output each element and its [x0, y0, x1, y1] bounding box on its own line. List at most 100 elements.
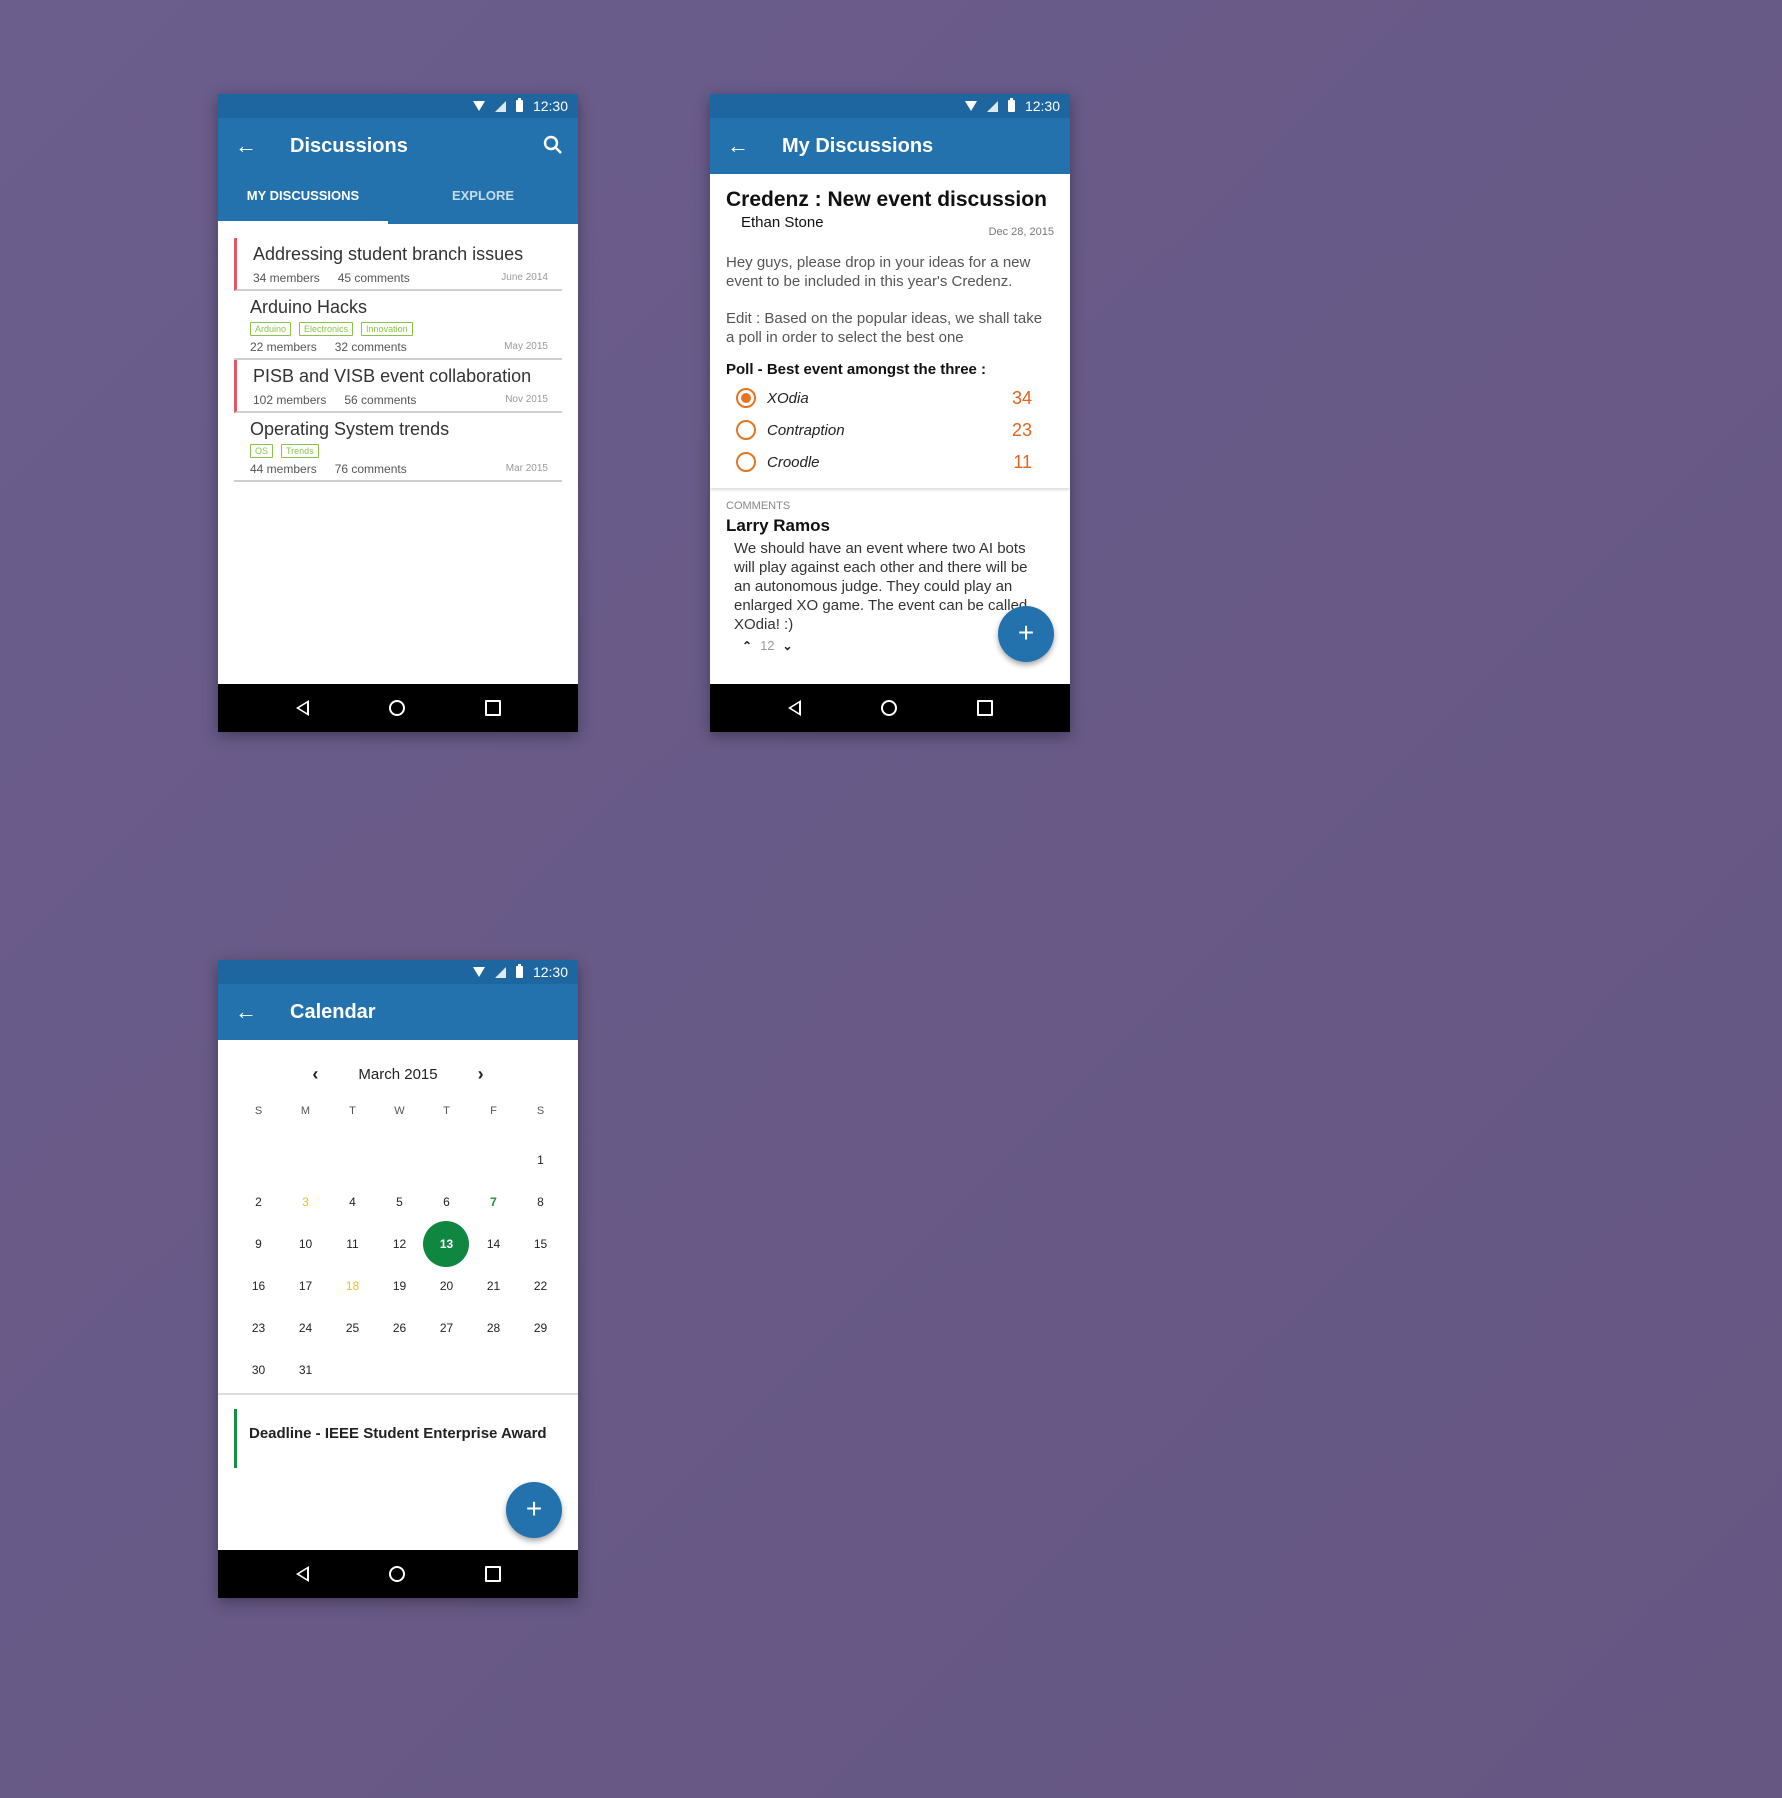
member-count: 44 members	[250, 462, 317, 476]
event-item[interactable]: Deadline - IEEE Student Enterprise Award	[234, 1409, 578, 1468]
poll-option-count: 34	[1011, 387, 1032, 408]
back-arrow-icon[interactable]: ←	[218, 118, 274, 174]
nav-home-icon[interactable]	[388, 1566, 405, 1582]
day-cell[interactable]: 21	[470, 1265, 517, 1307]
list-item[interactable]: PISB and VISB event collaboration 102 me…	[234, 360, 562, 413]
day-number: 17	[298, 1279, 313, 1293]
add-comment-button[interactable]: +	[998, 606, 1054, 662]
tag[interactable]: Arduino	[250, 322, 292, 336]
day-cell[interactable]: 19	[376, 1265, 423, 1307]
tab-bar: MY DISCUSSIONS EXPLORE	[218, 174, 578, 224]
day-cell[interactable]: 2	[235, 1181, 282, 1223]
poll-question: Poll - Best event amongst the three :	[726, 361, 987, 378]
day-cell[interactable]: 7	[470, 1181, 517, 1223]
radio-icon[interactable]	[736, 452, 756, 472]
radio-selected-icon[interactable]	[736, 388, 756, 408]
radio-icon[interactable]	[736, 420, 756, 440]
tag[interactable]: Trends	[281, 444, 319, 458]
day-cell[interactable]: 18	[329, 1265, 376, 1307]
day-number: 5	[396, 1195, 403, 1209]
nav-back-icon[interactable]	[787, 700, 801, 716]
day-cell[interactable]: 17	[282, 1265, 329, 1307]
day-cell[interactable]: 3	[282, 1181, 329, 1223]
day-cell[interactable]: 11	[329, 1223, 376, 1265]
comment-count: 45 comments	[337, 271, 410, 285]
empty-day-cell	[423, 1349, 470, 1391]
discussion-date: Nov 2015	[505, 394, 548, 405]
status-bar: 12:30	[710, 94, 1070, 118]
poll-option[interactable]: Croodle 11	[726, 446, 1054, 478]
add-event-button[interactable]: +	[506, 1482, 562, 1538]
nav-recent-icon[interactable]	[976, 700, 993, 716]
poll-option-label: Croodle	[767, 453, 820, 471]
back-arrow-icon[interactable]: ←	[218, 984, 274, 1040]
day-cell[interactable]: 24	[282, 1307, 329, 1349]
month-header: ‹ March 2015 ›	[218, 1064, 578, 1085]
nav-back-icon[interactable]	[295, 700, 309, 716]
nav-back-icon[interactable]	[295, 1566, 309, 1582]
nav-home-icon[interactable]	[880, 700, 897, 716]
day-cell[interactable]: 14	[470, 1223, 517, 1265]
chevron-right-icon[interactable]: ›	[478, 1064, 484, 1085]
list-item[interactable]: Arduino Hacks Arduino Electronics Innova…	[234, 291, 562, 360]
tag[interactable]: Electronics	[299, 322, 354, 336]
day-cell[interactable]: 16	[235, 1265, 282, 1307]
signal-icon	[986, 100, 998, 112]
day-cell[interactable]: 10	[282, 1223, 329, 1265]
day-cell[interactable]: 30	[235, 1349, 282, 1391]
day-cell[interactable]: 28	[470, 1307, 517, 1349]
battery-icon	[1007, 98, 1015, 112]
day-number: 2	[255, 1195, 262, 1209]
chevron-left-icon[interactable]: ‹	[312, 1064, 318, 1085]
day-cell[interactable]: 9	[235, 1223, 282, 1265]
discussion-list: Addressing student branch issues 34 memb…	[218, 224, 578, 482]
post-paragraph: Edit : Based on the popular ideas, we sh…	[726, 310, 1043, 346]
day-cell[interactable]: 8	[517, 1181, 564, 1223]
back-arrow-icon[interactable]: ←	[710, 118, 766, 174]
day-cell[interactable]: 26	[376, 1307, 423, 1349]
nav-recent-icon[interactable]	[484, 1566, 501, 1582]
nav-recent-icon[interactable]	[484, 700, 501, 716]
list-item[interactable]: Addressing student branch issues 34 memb…	[234, 238, 562, 291]
day-number: 20	[439, 1279, 454, 1293]
plus-icon: +	[525, 1493, 543, 1524]
status-time: 12:30	[532, 98, 568, 114]
search-icon[interactable]	[542, 134, 564, 161]
day-cell[interactable]: 27	[423, 1307, 470, 1349]
day-cell[interactable]: 1	[517, 1139, 564, 1181]
day-number: 27	[439, 1321, 454, 1335]
page-title: My Discussions	[782, 134, 934, 157]
page-title: Calendar	[290, 1000, 376, 1023]
list-item[interactable]: Operating System trends OS Trends 44 mem…	[234, 413, 562, 482]
tag[interactable]: Innovation	[361, 322, 413, 336]
downvote-icon[interactable]: ⌄	[783, 639, 793, 653]
day-cell[interactable]: 31	[282, 1349, 329, 1391]
weekday-label: W	[394, 1105, 405, 1117]
day-cell[interactable]: 13	[423, 1221, 470, 1267]
poll-option[interactable]: Contraption 23	[726, 414, 1054, 446]
day-cell[interactable]: 22	[517, 1265, 564, 1307]
day-cell[interactable]: 6	[423, 1181, 470, 1223]
weekday-label: F	[490, 1105, 497, 1117]
day-cell[interactable]: 12	[376, 1223, 423, 1265]
day-cell[interactable]: 25	[329, 1307, 376, 1349]
nav-home-icon[interactable]	[388, 700, 405, 716]
day-cell[interactable]: 23	[235, 1307, 282, 1349]
day-cell[interactable]: 15	[517, 1223, 564, 1265]
comment-count: 32 comments	[334, 340, 407, 354]
tab-my-discussions[interactable]: MY DISCUSSIONS	[218, 174, 388, 224]
comment-author[interactable]: Larry Ramos	[726, 516, 1054, 536]
tab-explore[interactable]: EXPLORE	[388, 174, 578, 224]
day-number: 13	[439, 1237, 454, 1251]
wifi-icon	[964, 101, 977, 111]
upvote-icon[interactable]: ⌃	[742, 639, 752, 653]
day-cell[interactable]: 20	[423, 1265, 470, 1307]
tag[interactable]: OS	[250, 444, 274, 458]
day-cell[interactable]: 5	[376, 1181, 423, 1223]
weekday-label: T	[349, 1105, 356, 1117]
day-number: 28	[486, 1321, 501, 1335]
day-cell[interactable]: 4	[329, 1181, 376, 1223]
day-cell[interactable]: 29	[517, 1307, 564, 1349]
comments-label: COMMENTS	[726, 500, 791, 512]
poll-option[interactable]: XOdia 34	[726, 382, 1054, 414]
